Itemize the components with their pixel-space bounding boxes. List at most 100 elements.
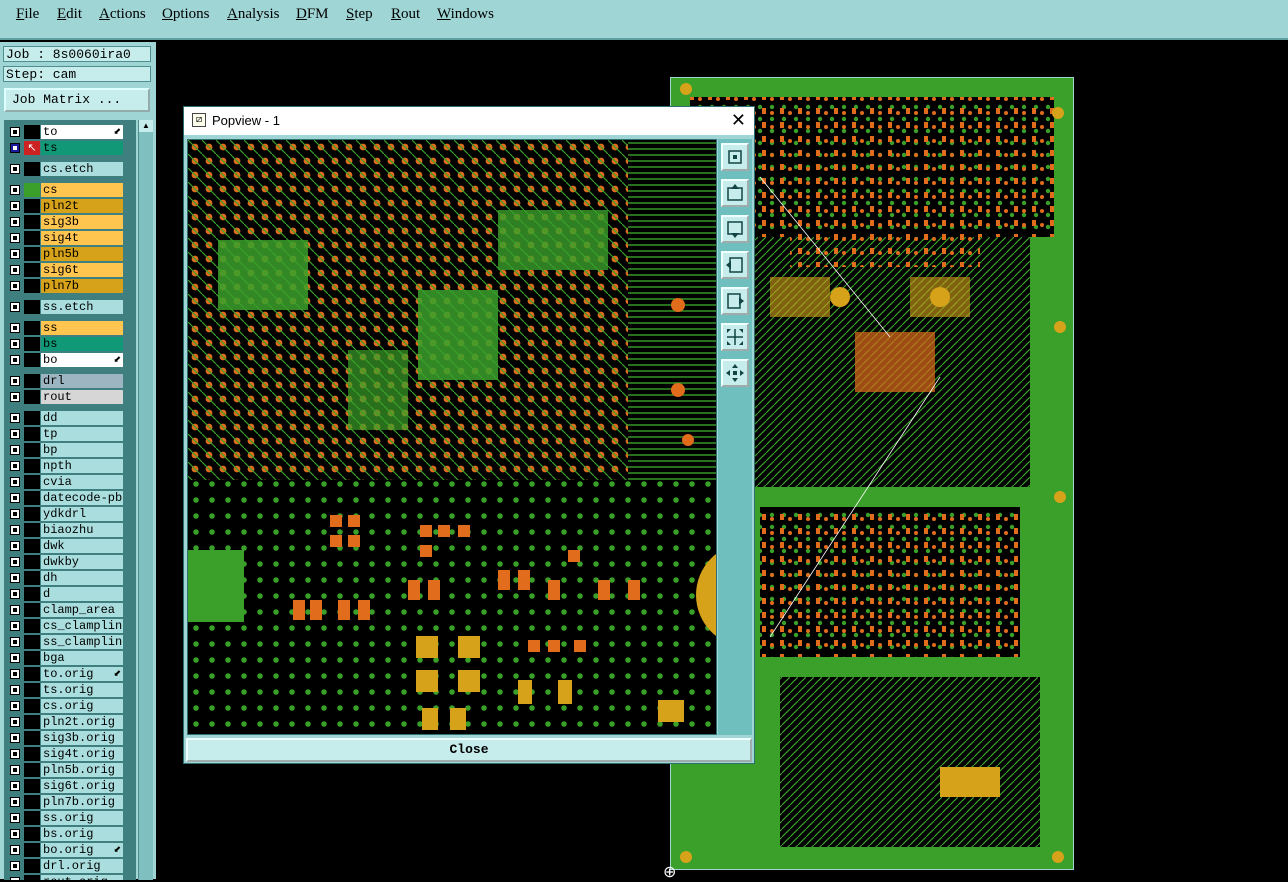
layer-color-swatch[interactable] bbox=[24, 507, 40, 521]
layer-checkbox[interactable] bbox=[10, 127, 20, 137]
layer-row-cvia[interactable]: cvia bbox=[4, 474, 136, 490]
layer-name[interactable]: sig4t bbox=[41, 231, 123, 245]
layer-checkbox[interactable] bbox=[10, 749, 20, 759]
layer-row-to-orig[interactable]: to.orig ⬋ bbox=[4, 666, 136, 682]
layer-checkbox[interactable] bbox=[10, 605, 20, 615]
layer-row-bs[interactable]: bs bbox=[4, 336, 136, 352]
layer-checkbox[interactable] bbox=[10, 573, 20, 583]
layer-color-swatch[interactable] bbox=[24, 779, 40, 793]
layer-row-ss-clamplines[interactable]: ss_clamplines bbox=[4, 634, 136, 650]
layer-list-scrollbar[interactable]: ▲ bbox=[138, 120, 153, 880]
layer-name[interactable]: rout bbox=[41, 390, 123, 404]
layer-color-swatch[interactable] bbox=[24, 571, 40, 585]
layer-color-swatch[interactable] bbox=[24, 231, 40, 245]
menu-rout[interactable]: Rout bbox=[391, 6, 420, 23]
layer-name[interactable]: bs bbox=[41, 337, 123, 351]
layer-name[interactable]: biaozhu bbox=[41, 523, 123, 537]
layer-row-biaozhu[interactable]: biaozhu bbox=[4, 522, 136, 538]
layer-checkbox[interactable] bbox=[10, 461, 20, 471]
layer-color-swatch[interactable] bbox=[24, 427, 40, 441]
layer-name[interactable]: tp bbox=[41, 427, 123, 441]
layer-row-sig6t-orig[interactable]: sig6t.orig bbox=[4, 778, 136, 794]
layer-checkbox[interactable] bbox=[10, 637, 20, 647]
layer-checkbox[interactable] bbox=[10, 733, 20, 743]
layer-checkbox[interactable] bbox=[10, 164, 20, 174]
layer-color-swatch[interactable] bbox=[24, 162, 40, 176]
layer-checkbox[interactable] bbox=[10, 302, 20, 312]
layer-name[interactable]: dwk bbox=[41, 539, 123, 553]
layer-row-sig3b[interactable]: sig3b bbox=[4, 214, 136, 230]
layer-row-rout[interactable]: rout bbox=[4, 389, 136, 405]
popview-canvas[interactable] bbox=[187, 139, 717, 735]
layer-name[interactable]: ss bbox=[41, 321, 123, 335]
layer-row-dwkby[interactable]: dwkby bbox=[4, 554, 136, 570]
layer-checkbox[interactable] bbox=[10, 541, 20, 551]
layer-name[interactable]: drl bbox=[41, 374, 123, 388]
layer-name[interactable]: sig3b.orig bbox=[41, 731, 123, 745]
layer-row-ss-etch[interactable]: ss.etch bbox=[4, 299, 136, 315]
layer-checkbox[interactable] bbox=[10, 339, 20, 349]
layer-name[interactable]: cvia bbox=[41, 475, 123, 489]
layer-row-cs-clamplines[interactable]: cs_clamplines bbox=[4, 618, 136, 634]
layer-color-swatch[interactable] bbox=[24, 859, 40, 873]
layer-row-ts[interactable]: ↖ ts bbox=[4, 140, 136, 156]
layer-color-swatch[interactable] bbox=[24, 411, 40, 425]
layer-name[interactable]: ydkdrl bbox=[41, 507, 123, 521]
layer-name[interactable]: rout.orig bbox=[41, 875, 123, 880]
layer-color-swatch[interactable] bbox=[24, 635, 40, 649]
layer-color-swatch[interactable] bbox=[24, 651, 40, 665]
menu-actions[interactable]: Actions bbox=[99, 6, 146, 23]
menu-edit[interactable]: Edit bbox=[57, 6, 82, 23]
layer-color-swatch[interactable] bbox=[24, 390, 40, 404]
layer-row-bo[interactable]: bo ⬋ bbox=[4, 352, 136, 368]
layer-name[interactable]: bo.orig ⬋ bbox=[41, 843, 123, 857]
layer-checkbox[interactable] bbox=[10, 323, 20, 333]
layer-checkbox[interactable] bbox=[10, 669, 20, 679]
layer-color-swatch[interactable] bbox=[24, 603, 40, 617]
layer-row-ydkdrl[interactable]: ydkdrl bbox=[4, 506, 136, 522]
layer-checkbox[interactable] bbox=[10, 233, 20, 243]
layer-checkbox[interactable] bbox=[10, 621, 20, 631]
layer-checkbox[interactable] bbox=[10, 797, 20, 807]
layer-row-dd[interactable]: dd bbox=[4, 410, 136, 426]
menu-windows[interactable]: Windows bbox=[437, 6, 494, 23]
layer-color-swatch[interactable] bbox=[24, 199, 40, 213]
menu-analysis[interactable]: Analysis bbox=[227, 6, 280, 23]
layer-row-bs-orig[interactable]: bs.orig bbox=[4, 826, 136, 842]
layer-color-swatch[interactable] bbox=[24, 300, 40, 314]
layer-row-to[interactable]: to ⬋ bbox=[4, 124, 136, 140]
layer-name[interactable]: d bbox=[41, 587, 123, 601]
layer-row-pln2t-orig[interactable]: pln2t.orig bbox=[4, 714, 136, 730]
pan-right-icon[interactable] bbox=[721, 287, 749, 315]
layer-color-swatch[interactable] bbox=[24, 443, 40, 457]
layer-name[interactable]: clamp_area bbox=[41, 603, 123, 617]
layer-row-cs-etch[interactable]: cs.etch bbox=[4, 161, 136, 177]
layer-color-swatch[interactable] bbox=[24, 683, 40, 697]
close-icon[interactable]: ✕ bbox=[731, 110, 746, 131]
layer-name[interactable]: datecode-pbe bbox=[41, 491, 123, 505]
layer-color-swatch[interactable] bbox=[24, 459, 40, 473]
layer-name[interactable]: pln2t.orig bbox=[41, 715, 123, 729]
layer-name[interactable]: dwkby bbox=[41, 555, 123, 569]
layer-color-swatch[interactable] bbox=[24, 827, 40, 841]
layer-name[interactable]: ss.etch bbox=[41, 300, 123, 314]
menu-dfm[interactable]: DFM bbox=[296, 6, 329, 23]
layer-name[interactable]: sig6t.orig bbox=[41, 779, 123, 793]
layer-row-clamp-area[interactable]: clamp_area bbox=[4, 602, 136, 618]
layer-checkbox[interactable] bbox=[10, 829, 20, 839]
layer-color-swatch[interactable] bbox=[24, 321, 40, 335]
layer-row-pln5b[interactable]: pln5b bbox=[4, 246, 136, 262]
layer-color-swatch[interactable] bbox=[24, 491, 40, 505]
layer-checkbox[interactable] bbox=[10, 765, 20, 775]
layer-row-sig4t-orig[interactable]: sig4t.orig bbox=[4, 746, 136, 762]
layer-color-swatch[interactable] bbox=[24, 263, 40, 277]
layer-color-swatch[interactable] bbox=[24, 699, 40, 713]
layer-color-swatch[interactable] bbox=[24, 811, 40, 825]
layer-name[interactable]: pln2t bbox=[41, 199, 123, 213]
layer-row-tp[interactable]: tp bbox=[4, 426, 136, 442]
layer-name[interactable]: bga bbox=[41, 651, 123, 665]
layer-row-sig6t[interactable]: sig6t bbox=[4, 262, 136, 278]
layer-checkbox[interactable] bbox=[10, 265, 20, 275]
layer-checkbox[interactable] bbox=[10, 143, 20, 153]
layer-color-swatch[interactable] bbox=[24, 667, 40, 681]
